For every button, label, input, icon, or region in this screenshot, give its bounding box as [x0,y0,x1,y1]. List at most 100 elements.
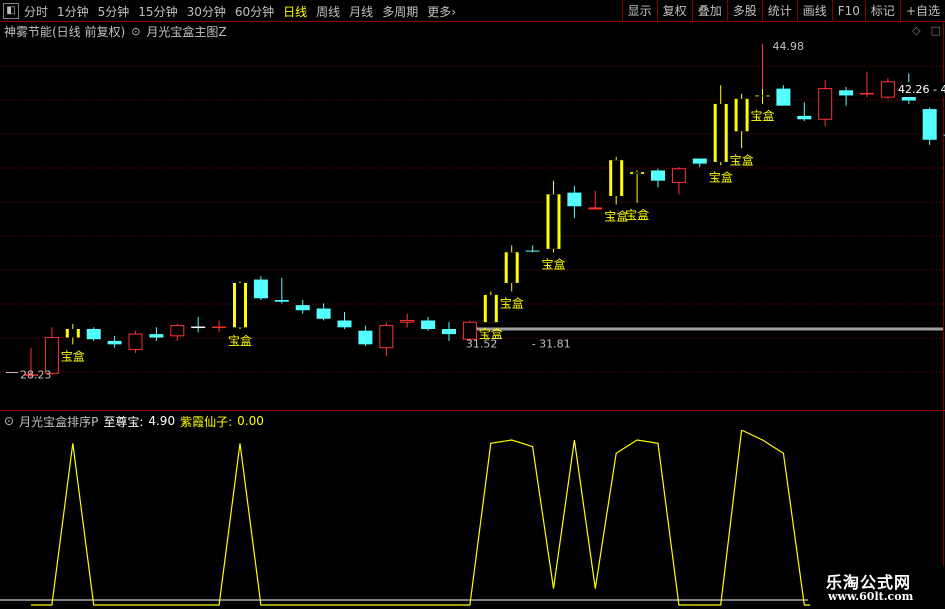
tab-4[interactable]: 30分钟 [187,3,226,20]
main-indicator-name[interactable]: 月光宝盒主图Z [146,23,226,40]
pane-divider [0,410,945,411]
candle-35 [755,88,770,104]
candle-body-inner-34 [737,98,746,132]
candle-37 [797,102,812,122]
toolbar-button-5[interactable]: 画线 [796,0,832,22]
candle-body-inner-22 [486,294,495,323]
candle-body-26 [567,192,582,207]
toolbar-buttons: 显示 复权 叠加 多股 统计 画线 F10 标记 +自选 [621,0,945,22]
watermark: 乐淘公式网 www.60lt.com [810,566,945,609]
tab-10[interactable]: 更多› [427,3,456,20]
candle-10 [233,281,247,329]
candle-31 [671,167,686,195]
candle-body-43 [922,109,937,140]
candle-body-41 [880,81,895,98]
square-icon[interactable]: □ [931,24,941,37]
candle-body-inner-10 [236,282,244,328]
indicator-info: ⊙ 月光宝盒排序P 至尊宝: 4.90 紫霞仙子: 0.00 [4,413,264,429]
candle-40 [860,71,874,98]
field2-value: 0.00 [237,414,264,428]
candle-body-39 [839,90,854,96]
indicator-name[interactable]: 月光宝盒排序P [19,413,98,430]
tab-5[interactable]: 60分钟 [235,3,274,20]
candle-23 [504,245,519,292]
candle-body-11 [253,279,268,299]
candle-6 [149,327,164,341]
candle-body-inner-35 [758,95,767,97]
chart-corner-icons: ◇ □ [912,24,941,37]
main-chart-info: 神雾节能(日线 前复权) ⊙ 月光宝盒主图Z [4,23,227,39]
candle-body-4 [107,340,122,345]
field1-label: 至尊宝: [103,414,144,429]
low-price-label: 28.23 [20,369,52,382]
toolbar-button-7[interactable]: 标记 [864,0,900,22]
diamond-icon[interactable]: ◇ [912,24,920,37]
candle-body-38 [818,88,833,120]
chevron-circle-icon[interactable]: ⊙ [131,25,140,38]
candle-27 [588,190,603,210]
tab-2[interactable]: 5分钟 [98,3,130,20]
candle-body-24 [525,250,540,252]
watermark-url: www.60lt.com [828,590,914,603]
candle-11 [253,276,268,301]
chevron-circle-icon[interactable]: ⊙ [4,414,14,428]
candle-body-inner-2 [68,328,77,338]
candle-8 [191,317,206,333]
candle-18 [400,313,415,328]
right-price-tag: 42.26 - 42 [896,82,945,97]
candle-25 [546,180,561,253]
indicator-chart[interactable] [0,430,945,609]
tab-0[interactable]: 分时 [24,3,48,20]
candle-43 [922,107,937,145]
toolbar-button-3[interactable]: 多股 [726,0,762,22]
candle-body-18 [400,319,415,323]
tab-1[interactable]: 1分钟 [57,3,89,20]
candle-29 [630,170,645,203]
candle-33 [713,85,728,166]
candle-5 [128,330,143,353]
candle-body-17 [379,325,394,349]
toolbar-button-2[interactable]: 叠加 [691,0,727,22]
tab-9[interactable]: 多周期 [382,3,418,20]
window-icon[interactable]: ◧ [3,3,19,19]
candle-39 [839,86,854,106]
candle-body-inner-25 [549,194,558,249]
tab-7[interactable]: 周线 [316,3,340,20]
tab-6[interactable]: 日线 [283,3,307,20]
toolbar-button-6[interactable]: F10 [831,0,865,22]
high-price-label: 44.98 [773,40,805,53]
signal-label-9: 宝盒 [750,108,774,123]
signal-label-0: 宝盒 [61,348,85,363]
candle-7 [170,323,185,341]
candle-17 [379,322,394,357]
candle-16 [358,325,373,347]
toolbar-button-4[interactable]: 统计 [761,0,797,22]
candle-body-36 [776,88,791,106]
toolbar-button-1[interactable]: 复权 [656,0,692,22]
top-toolbar: ◧ 分时 1分钟 5分钟 15分钟 30分钟 60分钟 日线 周线 月线 多周期 更多› 显示 复权叠… [0,0,945,22]
candle-body-27 [588,207,603,210]
toolbar-button-0[interactable]: 显示 [621,0,657,22]
candle-body-5 [128,333,143,350]
candle-2 [65,323,80,345]
candle-22 [483,291,498,323]
candlestick-chart[interactable]: 宝盒宝盒 宝盒宝盒宝盒宝盒宝盒宝盒宝盒宝盒28.2344.9831.52- 31.… [0,40,945,410]
candle-body-37 [797,115,812,120]
signal-label-7: 宝盒 [709,169,733,184]
signal-label-4: 宝盒 [541,256,565,271]
candle-32 [692,158,707,168]
signal-label-1: 宝盒 [228,333,252,348]
candle-30 [651,168,665,188]
support-label-left: 31.52 [466,337,498,350]
indicator-line [31,430,945,606]
toolbar-button-8[interactable]: +自选 [899,0,945,22]
candle-15 [337,311,352,329]
candle-body-15 [337,320,352,328]
candle-28 [609,156,624,205]
tab-8[interactable]: 月线 [349,3,373,20]
candle-3 [86,327,101,341]
tab-3[interactable]: 15分钟 [138,3,177,20]
candle-body-7 [170,325,185,337]
candle-body-inner-28 [612,160,621,197]
candle-9 [212,320,227,333]
